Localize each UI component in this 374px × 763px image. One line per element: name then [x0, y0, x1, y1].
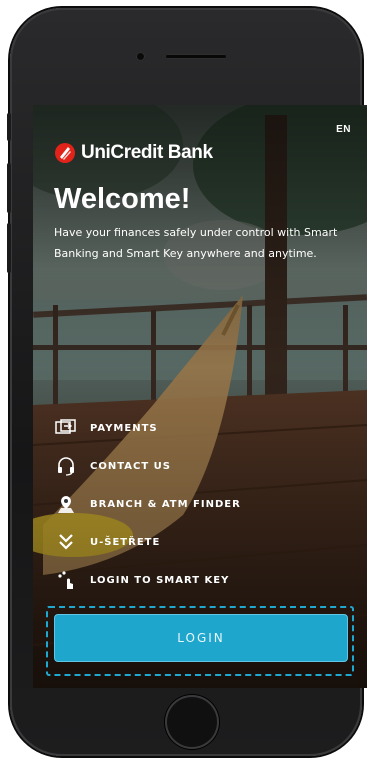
menu-item-label: PAYMENTS: [90, 422, 158, 434]
brand-logo: UniCredit Bank: [54, 141, 213, 165]
menu-item-label: U-ŠETŘETE: [90, 536, 161, 548]
mute-switch: [7, 113, 11, 141]
front-camera: [136, 52, 145, 61]
language-switch[interactable]: EN: [336, 124, 351, 135]
menu-item-label: BRANCH & ATM FINDER: [90, 498, 241, 510]
phone-frame: EN UniCredit Bank Welcome! Have your fin…: [7, 8, 367, 756]
headset-icon: [54, 456, 78, 476]
touch-key-icon: [54, 570, 78, 590]
page-title: Welcome!: [54, 183, 191, 215]
payments-icon: [54, 418, 78, 438]
login-button[interactable]: LOGIN: [54, 614, 348, 662]
menu-item-login-smart-key[interactable]: LOGIN TO SMART KEY: [54, 561, 354, 599]
earpiece-speaker: [165, 54, 227, 59]
brand-name: UniCredit Bank: [81, 142, 213, 163]
menu-item-contact-us[interactable]: CONTACT US: [54, 447, 354, 485]
menu-item-label: CONTACT US: [90, 460, 171, 472]
menu-item-branch-atm-finder[interactable]: BRANCH & ATM FINDER: [54, 485, 354, 523]
welcome-subtitle: Have your finances safely under control …: [54, 226, 338, 260]
quick-menu: PAYMENTS CONTACT US BRANCH & ATM FINDER …: [54, 409, 354, 599]
unicredit-logo-icon: [55, 143, 75, 163]
volume-down-button: [7, 223, 11, 273]
menu-item-label: LOGIN TO SMART KEY: [90, 574, 230, 586]
chevron-down-icon: [54, 532, 78, 552]
home-button[interactable]: [165, 695, 219, 749]
app-screen: EN UniCredit Bank Welcome! Have your fin…: [33, 105, 367, 688]
login-highlight: LOGIN: [46, 606, 354, 676]
menu-item-payments[interactable]: PAYMENTS: [54, 409, 354, 447]
location-pin-icon: [54, 494, 78, 514]
volume-up-button: [7, 163, 11, 213]
menu-item-u-setrete[interactable]: U-ŠETŘETE: [54, 523, 354, 561]
